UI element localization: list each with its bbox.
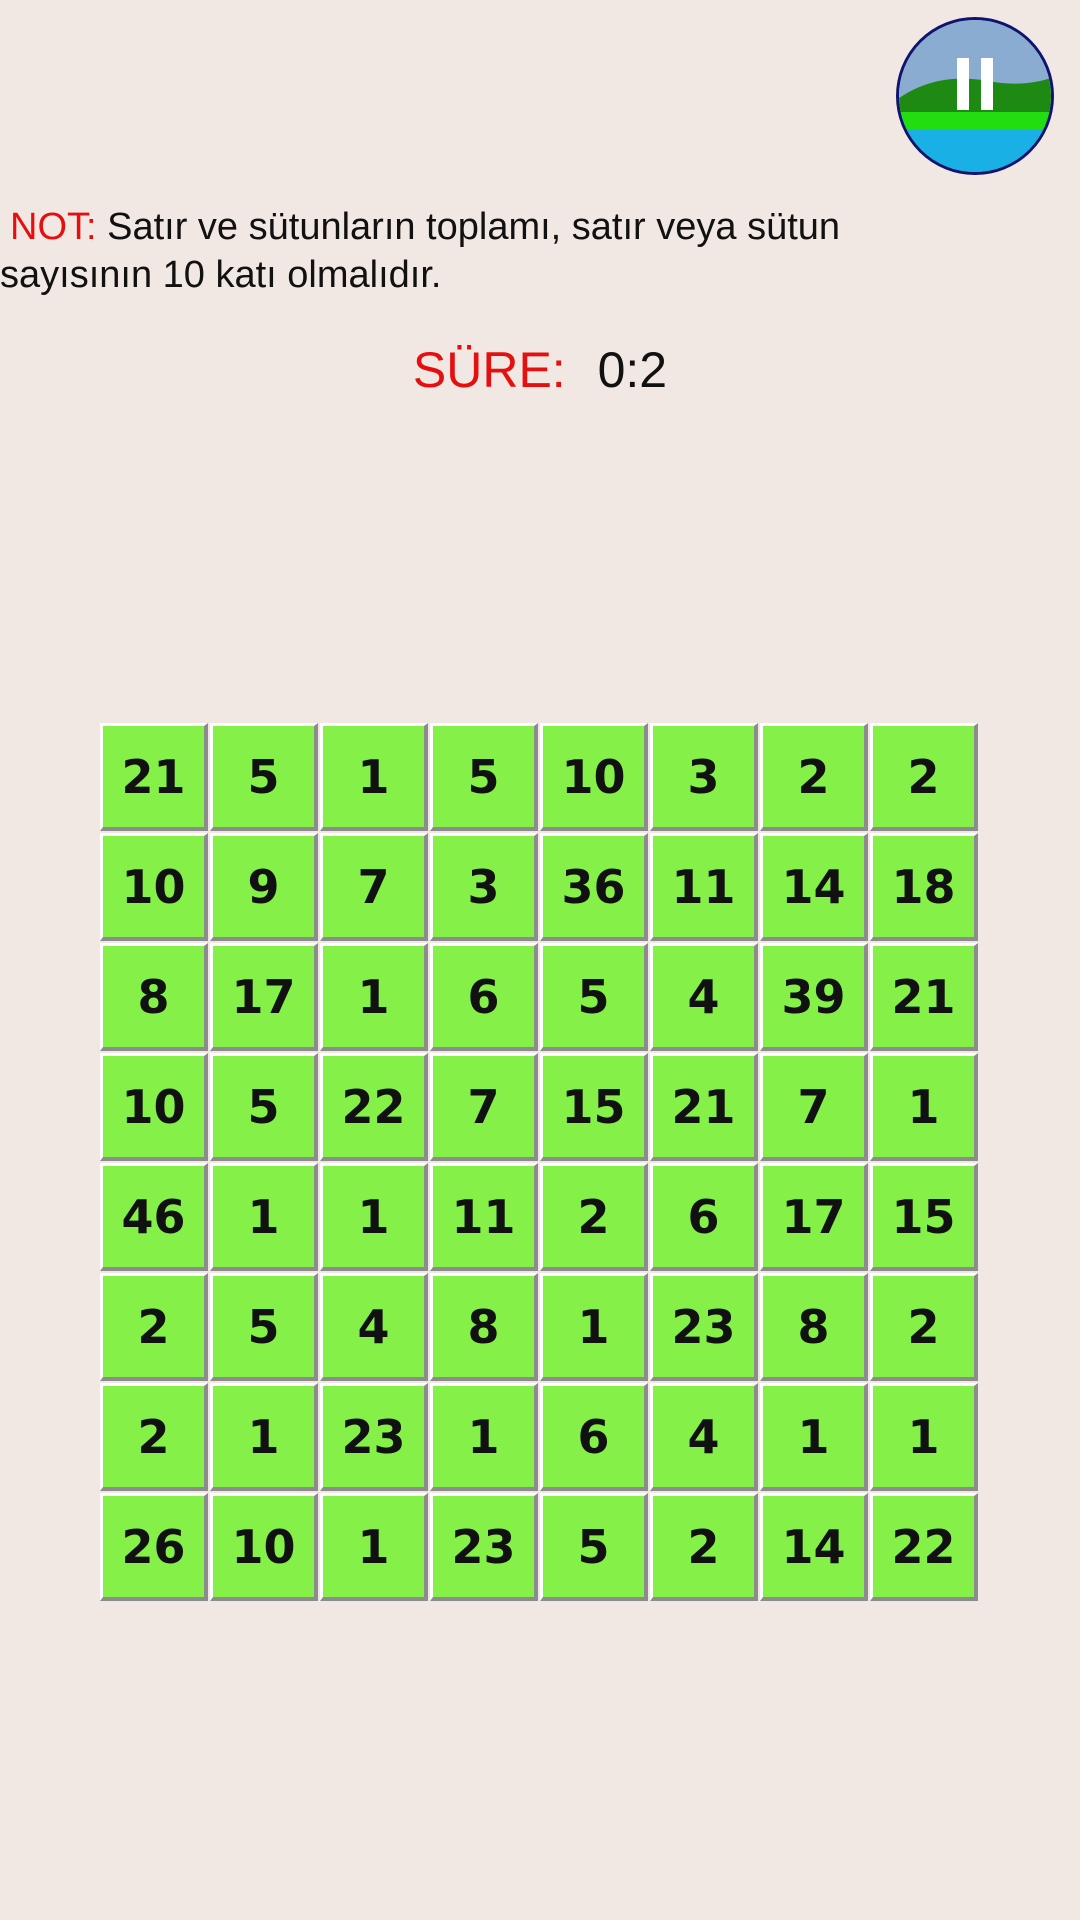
grid-cell[interactable]: 4 [320, 1273, 428, 1381]
grid-cell[interactable]: 23 [650, 1273, 758, 1381]
grid-cell[interactable]: 8 [760, 1273, 868, 1381]
grid-cell[interactable]: 2 [760, 723, 868, 831]
pause-icon [899, 20, 1051, 172]
grid-cell[interactable]: 22 [870, 1493, 978, 1601]
grid-cell[interactable]: 1 [320, 723, 428, 831]
grid-cell[interactable]: 2 [650, 1493, 758, 1601]
grid-cell[interactable]: 1 [430, 1383, 538, 1491]
grid-cell[interactable]: 10 [100, 833, 208, 941]
grid-cell[interactable]: 36 [540, 833, 648, 941]
grid-cell[interactable]: 3 [650, 723, 758, 831]
grid-cell[interactable]: 1 [320, 1163, 428, 1271]
grid-cell[interactable]: 17 [760, 1163, 868, 1271]
grid-cell[interactable]: 26 [100, 1493, 208, 1601]
grid-cell[interactable]: 3 [430, 833, 538, 941]
grid-cell[interactable]: 1 [210, 1163, 318, 1271]
grid-cell[interactable]: 11 [430, 1163, 538, 1271]
pause-button[interactable] [896, 17, 1054, 175]
grid-cell[interactable]: 2 [870, 1273, 978, 1381]
grid-cell[interactable]: 5 [540, 1493, 648, 1601]
grid-cell[interactable]: 10 [100, 1053, 208, 1161]
grid-cell[interactable]: 1 [320, 1493, 428, 1601]
grid-cell[interactable]: 6 [430, 943, 538, 1051]
timer-label: SÜRE: [412, 342, 566, 398]
grid-cell[interactable]: 14 [760, 1493, 868, 1601]
grid-cell[interactable]: 21 [100, 723, 208, 831]
grid-cell[interactable]: 8 [100, 943, 208, 1051]
grid-cell[interactable]: 1 [870, 1053, 978, 1161]
grid-cell[interactable]: 1 [540, 1273, 648, 1381]
grid-cell[interactable]: 5 [540, 943, 648, 1051]
grid-cell[interactable]: 1 [320, 943, 428, 1051]
grid-cell[interactable]: 10 [210, 1493, 318, 1601]
grid-cell[interactable]: 1 [760, 1383, 868, 1491]
grid-cell[interactable]: 7 [760, 1053, 868, 1161]
note-label: NOT: [10, 206, 97, 248]
grid-cell[interactable]: 5 [430, 723, 538, 831]
grid-cell[interactable]: 21 [650, 1053, 758, 1161]
puzzle-grid: 21 5 1 5 10 3 2 2 10 9 7 3 36 11 14 18 8 17 1 6 5 4 39 21 10 5 22 7… [99, 722, 981, 1604]
grid-cell[interactable]: 4 [650, 1383, 758, 1491]
grid-cell[interactable]: 6 [540, 1383, 648, 1491]
instruction-text: NOT: Satır ve sütunların toplamı, satır … [0, 203, 960, 299]
grid-cell[interactable]: 11 [650, 833, 758, 941]
grid-cell[interactable]: 7 [430, 1053, 538, 1161]
note-text: Satır ve sütunların toplamı, satır veya … [0, 206, 841, 296]
grid-cell[interactable]: 17 [210, 943, 318, 1051]
grid-cell[interactable]: 23 [430, 1493, 538, 1601]
grid-cell[interactable]: 39 [760, 943, 868, 1051]
grid-cell[interactable]: 15 [540, 1053, 648, 1161]
grid-cell[interactable]: 14 [760, 833, 868, 941]
grid-cell[interactable]: 46 [100, 1163, 208, 1271]
grid-cell[interactable]: 5 [210, 723, 318, 831]
grid-cell[interactable]: 21 [870, 943, 978, 1051]
grid-cell[interactable]: 10 [540, 723, 648, 831]
grid-cell[interactable]: 2 [100, 1383, 208, 1491]
grid-cell[interactable]: 5 [210, 1273, 318, 1381]
grid-cell[interactable]: 8 [430, 1273, 538, 1381]
grid-cell[interactable]: 2 [870, 723, 978, 831]
grid-cell[interactable]: 4 [650, 943, 758, 1051]
grid-cell[interactable]: 1 [210, 1383, 318, 1491]
grid-cell[interactable]: 5 [210, 1053, 318, 1161]
grid-cell[interactable]: 15 [870, 1163, 978, 1271]
timer: SÜRE: 0:2 [0, 340, 1080, 400]
grid-cell[interactable]: 2 [540, 1163, 648, 1271]
grid-cell[interactable]: 9 [210, 833, 318, 941]
grid-cell[interactable]: 22 [320, 1053, 428, 1161]
timer-value: 0:2 [597, 342, 668, 398]
grid-cell[interactable]: 23 [320, 1383, 428, 1491]
grid-cell[interactable]: 18 [870, 833, 978, 941]
grid-cell[interactable]: 6 [650, 1163, 758, 1271]
grid-cell[interactable]: 1 [870, 1383, 978, 1491]
grid-cell[interactable]: 7 [320, 833, 428, 941]
grid-cell[interactable]: 2 [100, 1273, 208, 1381]
